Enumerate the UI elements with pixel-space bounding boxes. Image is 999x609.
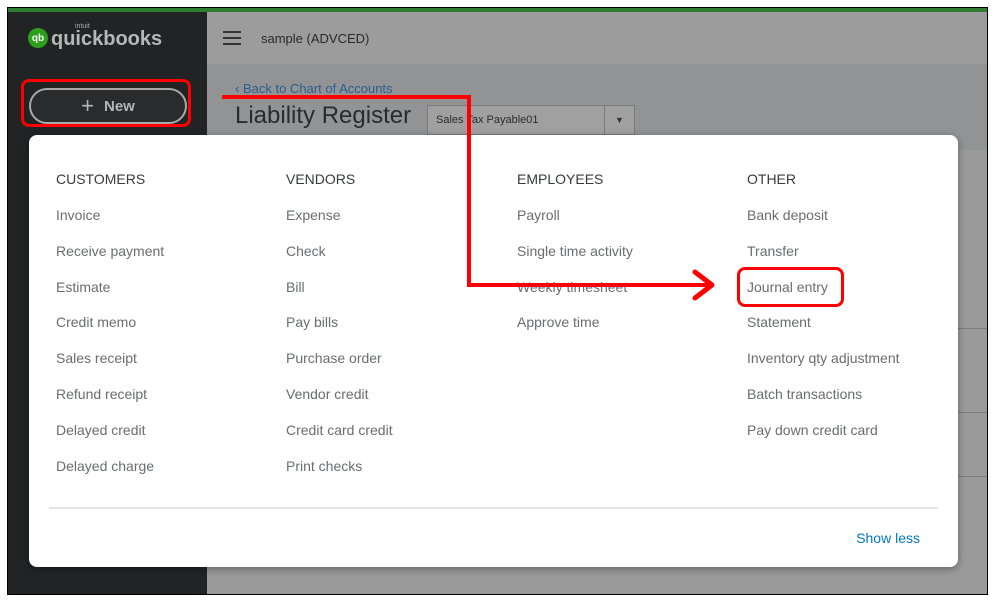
menu-item-vendor-credit[interactable]: Vendor credit [286, 386, 393, 422]
menu-item-estimate[interactable]: Estimate [56, 279, 164, 315]
menu-column-title: EMPLOYEES [517, 171, 604, 187]
menu-column-vendors: VENDORS Expense Check Bill Pay bills Pur… [286, 171, 393, 493]
quickbooks-logo[interactable]: qb intuit quickbooks [28, 23, 163, 50]
menu-item-weekly-timesheet[interactable]: Weekly timesheet [517, 279, 633, 315]
menu-column-other: OTHER Bank deposit Transfer Journal entr… [747, 171, 900, 458]
menu-item-expense[interactable]: Expense [286, 207, 393, 243]
menu-column-title: CUSTOMERS [56, 171, 146, 187]
menu-item-delayed-credit[interactable]: Delayed credit [56, 422, 164, 458]
back-to-chart-of-accounts-link[interactable]: ‹ Back to Chart of Accounts [235, 81, 393, 96]
menu-item-check[interactable]: Check [286, 243, 393, 279]
menu-item-statement[interactable]: Statement [747, 314, 900, 350]
new-button[interactable]: + New [29, 88, 187, 124]
new-menu-dropdown: CUSTOMERS Invoice Receive payment Estima… [29, 135, 958, 567]
menu-item-pay-bills[interactable]: Pay bills [286, 314, 393, 350]
top-header: sample (ADVCED) [207, 12, 987, 64]
menu-item-refund-receipt[interactable]: Refund receipt [56, 386, 164, 422]
show-less-link[interactable]: Show less [856, 530, 920, 546]
menu-item-bank-deposit[interactable]: Bank deposit [747, 207, 900, 243]
page-title: Liability Register [235, 102, 412, 129]
menu-column-employees: EMPLOYEES Payroll Single time activity W… [517, 171, 633, 350]
menu-item-journal-entry[interactable]: Journal entry [747, 279, 900, 315]
qb-logo-icon: qb [28, 28, 48, 48]
menu-item-approve-time[interactable]: Approve time [517, 314, 633, 350]
app-window: qb intuit quickbooks + New sample (ADVCE… [7, 7, 988, 595]
menu-item-purchase-order[interactable]: Purchase order [286, 350, 393, 386]
menu-item-transfer[interactable]: Transfer [747, 243, 900, 279]
menu-item-invoice[interactable]: Invoice [56, 207, 164, 243]
hamburger-icon[interactable] [223, 31, 241, 45]
logo-brand-text: quickbooks [51, 28, 163, 50]
menu-item-batch-transactions[interactable]: Batch transactions [747, 386, 900, 422]
menu-column-title: VENDORS [286, 171, 356, 187]
menu-item-pay-down-credit-card[interactable]: Pay down credit card [747, 422, 900, 458]
menu-item-sales-receipt[interactable]: Sales receipt [56, 350, 164, 386]
chevron-left-icon: ‹ [235, 81, 240, 96]
menu-item-print-checks[interactable]: Print checks [286, 458, 393, 494]
menu-item-payroll[interactable]: Payroll [517, 207, 633, 243]
menu-item-single-time-activity[interactable]: Single time activity [517, 243, 633, 279]
logo-intuit-text: intuit [75, 23, 90, 30]
account-select-value: Sales Tax Payable01 [436, 114, 539, 126]
menu-item-receive-payment[interactable]: Receive payment [56, 243, 164, 279]
menu-item-bill[interactable]: Bill [286, 279, 393, 315]
menu-divider [49, 507, 938, 509]
menu-item-delayed-charge[interactable]: Delayed charge [56, 458, 164, 494]
menu-item-credit-memo[interactable]: Credit memo [56, 314, 164, 350]
account-select[interactable]: Sales Tax Payable01 ▼ [427, 105, 635, 135]
menu-column-title: OTHER [747, 171, 796, 187]
menu-item-credit-card-credit[interactable]: Credit card credit [286, 422, 393, 458]
new-button-label: New [104, 97, 135, 115]
menu-item-inventory-qty-adjustment[interactable]: Inventory qty adjustment [747, 350, 900, 386]
menu-column-customers: CUSTOMERS Invoice Receive payment Estima… [56, 171, 164, 493]
plus-icon: + [81, 93, 94, 118]
caret-down-icon[interactable]: ▼ [604, 106, 634, 134]
company-name: sample (ADVCED) [261, 30, 370, 46]
